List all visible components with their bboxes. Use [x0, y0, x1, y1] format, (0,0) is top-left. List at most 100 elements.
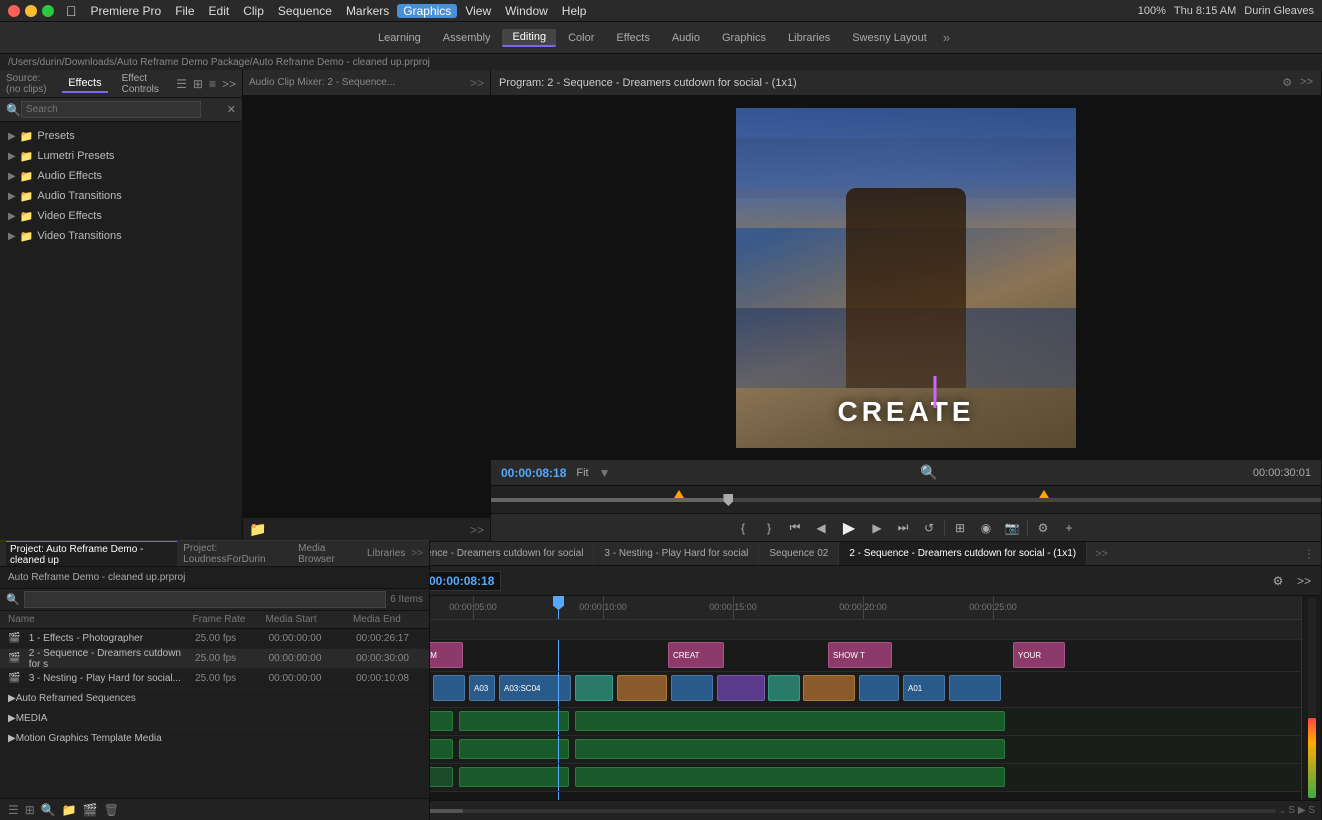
settings-icon[interactable]: ⚙: [1267, 570, 1289, 592]
step-forward-button[interactable]: ▶: [866, 517, 888, 539]
play-button[interactable]: ▶: [836, 515, 862, 541]
minimize-button[interactable]: [25, 5, 37, 17]
tree-item-lumetri[interactable]: ▶ 📁 Lumetri Presets: [0, 146, 242, 166]
safe-margins-button[interactable]: ⊞: [949, 517, 971, 539]
timeline-settings-icon[interactable]: ⋮: [1297, 547, 1321, 561]
scrubber-playhead[interactable]: [723, 494, 733, 506]
zoom-out-icon[interactable]: -: [1280, 804, 1284, 818]
program-scrubber[interactable]: [491, 485, 1321, 513]
timeline-tab-more[interactable]: >>: [1087, 546, 1116, 562]
menu-window[interactable]: Window: [499, 4, 554, 18]
workspace-assembly[interactable]: Assembly: [433, 30, 501, 46]
workspace-effects[interactable]: Effects: [606, 30, 659, 46]
workspace-color[interactable]: Color: [558, 30, 604, 46]
v1-clip-orange2[interactable]: [803, 675, 855, 701]
settings-button[interactable]: ⚙: [1032, 517, 1054, 539]
group-motion-graphics[interactable]: ▶ Motion Graphics Template Media: [0, 729, 429, 749]
v1-clip-purple1[interactable]: [717, 675, 765, 701]
effects-search-input[interactable]: [21, 101, 201, 118]
panel-grid-icon[interactable]: ⊞: [193, 77, 203, 91]
workspace-audio[interactable]: Audio: [662, 30, 710, 46]
v1-clip-a01[interactable]: A01: [903, 675, 945, 701]
project-panel-expand[interactable]: >>: [411, 548, 423, 559]
output-button[interactable]: ◉: [975, 517, 997, 539]
project-tab-main[interactable]: Project: Auto Reframe Demo - cleaned up: [6, 541, 177, 567]
timeline-tab-main[interactable]: 2 - Sequence - Dreamers cutdown for soci…: [839, 542, 1087, 565]
v1-clip-teal2[interactable]: [575, 675, 613, 701]
a2-clip-3[interactable]: [575, 739, 1005, 759]
v1-clip-orange1[interactable]: [617, 675, 667, 701]
file-item-3[interactable]: 🎬 3 - Nesting - Play Hard for social... …: [0, 669, 429, 689]
mark-out-button[interactable]: }: [758, 517, 780, 539]
menu-markers[interactable]: Markers: [340, 4, 395, 18]
menu-file[interactable]: File: [169, 4, 200, 18]
menu-graphics[interactable]: Graphics: [397, 4, 457, 18]
v1-clip-a03[interactable]: A03: [469, 675, 495, 701]
menu-edit[interactable]: Edit: [203, 4, 236, 18]
button-editor[interactable]: +: [1058, 517, 1080, 539]
menu-premiere-pro[interactable]: Premiere Pro: [85, 4, 168, 18]
project-new-seq-icon[interactable]: 🎬: [83, 803, 98, 817]
menu-view[interactable]: View: [459, 4, 497, 18]
workspace-libraries[interactable]: Libraries: [778, 30, 840, 46]
workspace-graphics[interactable]: Graphics: [712, 30, 776, 46]
v1-clip-a03sc04[interactable]: A03:SC04: [499, 675, 571, 701]
step-back-button[interactable]: ◀: [810, 517, 832, 539]
menu-help[interactable]: Help: [556, 4, 593, 18]
clip-your[interactable]: YOUR: [1013, 642, 1065, 668]
menu-sequence[interactable]: Sequence: [272, 4, 338, 18]
export-frame-button[interactable]: 📷: [1001, 517, 1023, 539]
project-grid-icon[interactable]: ⊞: [25, 803, 35, 817]
v1-clip-blue3[interactable]: [671, 675, 713, 701]
panel-expand-icon[interactable]: >>: [222, 77, 236, 91]
workspace-more-icon[interactable]: »: [939, 30, 954, 45]
panel-menu-icon[interactable]: ☰: [176, 77, 187, 91]
tree-item-presets[interactable]: ▶ 📁 Presets: [0, 126, 242, 146]
tree-item-audio-effects[interactable]: ▶ 📁 Audio Effects: [0, 166, 242, 186]
tree-item-video-effects[interactable]: ▶ 📁 Video Effects: [0, 206, 242, 226]
track-content[interactable]: -:00 00:00:05:00 00:00:10:00 00:00:15:00…: [373, 596, 1301, 800]
fullscreen-button[interactable]: [42, 5, 54, 17]
project-tab-media-browser[interactable]: Media Browser: [294, 541, 361, 567]
a2-clip-2[interactable]: [459, 739, 569, 759]
project-tab-libraries[interactable]: Libraries: [363, 546, 409, 561]
workspace-swesny[interactable]: Swesny Layout: [842, 30, 937, 46]
a1-clip-2[interactable]: [459, 711, 569, 731]
panel-list-icon[interactable]: ≡: [209, 77, 216, 91]
v1-clip-blue5[interactable]: [949, 675, 1001, 701]
clip-creat[interactable]: CREAT: [668, 642, 724, 668]
project-search-input[interactable]: [24, 591, 387, 608]
timeline-tab-3[interactable]: 3 - Nesting - Play Hard for social: [594, 542, 759, 565]
effects-search-clear[interactable]: ✕: [227, 103, 236, 116]
zoom-icon[interactable]: 🔍: [920, 464, 937, 481]
v1-clip-2[interactable]: [433, 675, 465, 701]
source-expand-icon[interactable]: >>: [470, 523, 484, 537]
group-auto-reframed[interactable]: ▶ Auto Reframed Sequences: [0, 689, 429, 709]
tree-item-audio-transitions[interactable]: ▶ 📁 Audio Transitions: [0, 186, 242, 206]
a1-clip-3[interactable]: [575, 711, 1005, 731]
menu-clip[interactable]: Clip: [237, 4, 270, 18]
file-item-2[interactable]: 🎬 2 - Sequence - Dreamers cutdown for s …: [0, 649, 429, 669]
project-find-icon[interactable]: 🔍: [41, 803, 56, 817]
loop-button[interactable]: ↺: [918, 517, 940, 539]
project-trash-icon[interactable]: 🗑: [104, 803, 119, 817]
tab-effect-controls[interactable]: Effect Controls: [116, 71, 169, 97]
fit-dropdown-icon[interactable]: ▼: [599, 466, 611, 480]
expand-icon[interactable]: >>: [1293, 570, 1315, 592]
a3-clip-3[interactable]: [575, 767, 1005, 787]
close-button[interactable]: [8, 5, 20, 17]
program-expand-icon[interactable]: >>: [1300, 76, 1313, 89]
mark-in-button[interactable]: {: [732, 517, 754, 539]
apple-menu[interactable]: : [66, 3, 77, 19]
tab-effects[interactable]: Effects: [62, 75, 107, 93]
group-media[interactable]: ▶ MEDIA: [0, 709, 429, 729]
a3-clip-2[interactable]: [459, 767, 569, 787]
v1-clip-blue4[interactable]: [859, 675, 899, 701]
workspace-editing[interactable]: Editing: [502, 29, 556, 47]
project-tab-loudness[interactable]: Project: LoudnessForDurin: [179, 541, 292, 567]
timeline-tab-seq02[interactable]: Sequence 02: [759, 542, 839, 565]
program-fit-select[interactable]: Fit: [576, 467, 588, 479]
workspace-learning[interactable]: Learning: [368, 30, 431, 46]
clip-show-t[interactable]: SHOW T: [828, 642, 892, 668]
project-new-bin-icon[interactable]: 📁: [62, 803, 77, 817]
